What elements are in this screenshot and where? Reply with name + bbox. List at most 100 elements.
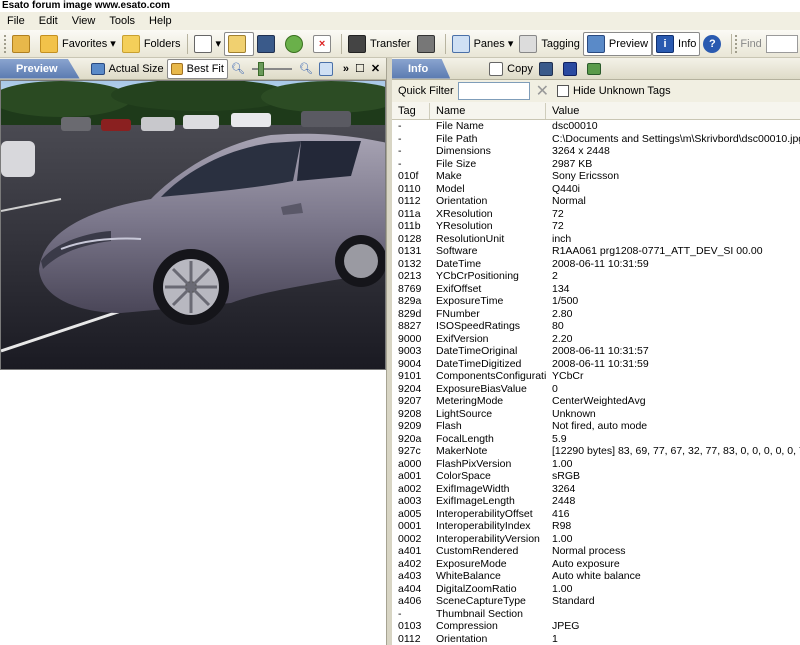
table-row[interactable]: a003 ExifImageLength 2448 [392, 495, 800, 508]
menu-help[interactable]: Help [142, 15, 179, 27]
copy-button[interactable]: Copy [486, 57, 536, 81]
zoom-out-button[interactable]: 🔍︎ [228, 57, 248, 81]
cell-value: R1AA061 prg1208-0771_ATT_DEV_SI 00.00 [552, 245, 763, 257]
info-button[interactable]: i Info [652, 31, 701, 56]
camera-icon [348, 34, 367, 53]
cell-value: R98 [552, 520, 572, 532]
table-row[interactable]: 829d FNumber 2.80 [392, 308, 800, 321]
table-row[interactable]: 0103 Compression JPEG [392, 620, 800, 633]
exif-button[interactable] [254, 32, 282, 56]
actual-size-button[interactable]: Actual Size [88, 57, 167, 81]
table-row[interactable]: 8827 ISOSpeedRatings 80 [392, 320, 800, 333]
tagging-button[interactable]: Tagging [516, 32, 583, 56]
table-row[interactable]: 8769 ExifOffset 134 [392, 283, 800, 296]
cell-tag: 0112 [398, 195, 421, 207]
table-row[interactable]: 011b YResolution 72 [392, 220, 800, 233]
column-name[interactable]: Name [430, 102, 546, 119]
hide-unknown-checkbox[interactable] [557, 85, 570, 97]
folders-button[interactable]: Folders [119, 32, 184, 56]
table-row[interactable]: - File Path C:\Documents and Settings\m\Sk… [392, 133, 800, 146]
table-row[interactable]: 9208 LightSource Unknown [392, 408, 800, 421]
quick-filter-input[interactable] [457, 82, 530, 100]
table-row[interactable]: 011a XResolution 72 [392, 208, 800, 221]
table-row[interactable]: 0112 Orientation 1 [392, 633, 800, 645]
table-row[interactable]: a404 DigitalZoomRatio 1.00 [392, 583, 800, 596]
table-row[interactable]: 927c MakerNote [12290 bytes] 83, 69, 77, 6… [392, 445, 800, 458]
table-row[interactable]: 9000 ExifVersion 2.20 [392, 333, 800, 346]
tree-view-button[interactable] [224, 31, 255, 56]
table-row[interactable]: 9003 DateTimeOriginal 2008-06-11 10:31:57 [392, 345, 800, 358]
table-row[interactable]: 0128 ResolutionUnit inch [392, 233, 800, 246]
save-button[interactable] [560, 57, 584, 81]
close-pane-icon[interactable]: ✕ [368, 57, 383, 81]
fullscreen-button[interactable] [316, 57, 340, 81]
preview-pane-tab[interactable]: Preview [0, 58, 80, 79]
table-row[interactable]: 0001 InteroperabilityIndex R98 [392, 520, 800, 533]
cell-tag: 011a [398, 207, 421, 220]
preview-button[interactable]: Preview [582, 31, 653, 56]
image-button[interactable] [584, 57, 608, 81]
table-row[interactable]: a001 ColorSpace sRGB [392, 470, 800, 483]
table-row[interactable]: 0002 InteroperabilityVersion 1.00 [392, 533, 800, 546]
clear-filter-icon[interactable]: ✕ [536, 81, 549, 101]
cell-tag: a401 [398, 545, 422, 557]
column-value[interactable]: Value [546, 103, 800, 119]
table-row[interactable]: - Dimensions 3264 x 2448 [392, 145, 800, 158]
table-row[interactable]: a002 ExifImageWidth 3264 [392, 483, 800, 496]
table-row[interactable]: 9207 MeteringMode CenterWeightedAvg [392, 395, 800, 408]
menu-view[interactable]: View [65, 15, 103, 27]
zoom-in-button[interactable]: 🔍︎ [296, 57, 316, 81]
best-fit-button[interactable]: Best Fit [166, 58, 228, 79]
table-row[interactable]: - File Name dsc00010 [392, 120, 800, 133]
table-row[interactable]: a403 WhiteBalance Auto white balance [392, 570, 800, 583]
info-label: Info [678, 37, 697, 50]
cell-value: 1/500 [552, 295, 579, 307]
table-row[interactable]: 0110 Model Q440i [392, 183, 800, 196]
table-row[interactable]: 0112 Orientation Normal [392, 195, 800, 208]
table-row[interactable]: - Thumbnail Section [392, 608, 800, 621]
table-row[interactable]: 829a ExposureTime 1/500 [392, 295, 800, 308]
zoom-slider-thumb[interactable] [257, 61, 264, 76]
delete-button[interactable]: × [310, 32, 338, 56]
table-row[interactable]: a406 SceneCaptureType Standard [392, 595, 800, 608]
help-button[interactable]: ? [700, 32, 728, 56]
table-row[interactable]: 9101 ComponentsConfigurati... YCbCr [392, 370, 800, 383]
cell-value: 2008-06-11 10:31:59 [552, 257, 649, 270]
zoom-slider[interactable] [251, 61, 292, 76]
properties-button[interactable] [536, 57, 560, 81]
toolbar-grip[interactable] [4, 34, 7, 53]
table-row[interactable]: 010f Make Sony Ericsson [392, 170, 800, 183]
toolbar-grip[interactable] [735, 34, 738, 53]
table-row[interactable]: 0131 Software R1AA061 prg1208-0771_ATT_DEV… [392, 245, 800, 258]
refresh-button[interactable] [282, 32, 310, 56]
table-row[interactable]: 9204 ExposureBiasValue 0 [392, 383, 800, 396]
table-row[interactable]: 9004 DateTimeDigitized 2008-06-11 10:31:59 [392, 358, 800, 371]
column-tag[interactable]: Tag [392, 102, 430, 119]
more-chevron-icon[interactable]: » [340, 57, 352, 81]
hide-unknown-label[interactable]: Hide Unknown Tags [573, 85, 671, 97]
menu-file[interactable]: File [0, 15, 32, 27]
select-button[interactable]: ▾ [191, 32, 225, 56]
table-row[interactable]: 920a FocalLength 5.9 [392, 433, 800, 446]
cell-tag: a000 [398, 457, 422, 470]
favorites-button[interactable]: Favorites ▾ [37, 32, 119, 56]
print-button[interactable] [414, 32, 442, 56]
panes-button[interactable]: Panes ▾ [449, 32, 517, 56]
maximize-pane-icon[interactable]: ☐ [352, 57, 368, 81]
table-row[interactable]: a005 InteroperabilityOffset 416 [392, 508, 800, 521]
table-row[interactable]: 0132 DateTime 2008-06-11 10:31:59 [392, 258, 800, 271]
table-row[interactable]: a000 FlashPixVersion 1.00 [392, 458, 800, 471]
table-row[interactable]: 9209 Flash Not fired, auto mode [392, 420, 800, 433]
browse-button[interactable] [9, 32, 37, 56]
cell-tag: - [398, 157, 402, 170]
find-input[interactable] [765, 34, 798, 53]
info-pane-tab[interactable]: Info [392, 58, 451, 79]
preview-image[interactable] [0, 80, 386, 370]
transfer-button[interactable]: Transfer [345, 32, 414, 56]
table-row[interactable]: 0213 YCbCrPositioning 2 [392, 270, 800, 283]
table-row[interactable]: a402 ExposureMode Auto exposure [392, 558, 800, 571]
table-row[interactable]: - File Size 2987 KB [392, 158, 800, 171]
menu-edit[interactable]: Edit [32, 15, 65, 27]
table-row[interactable]: a401 CustomRendered Normal process [392, 545, 800, 558]
menu-tools[interactable]: Tools [102, 15, 142, 27]
